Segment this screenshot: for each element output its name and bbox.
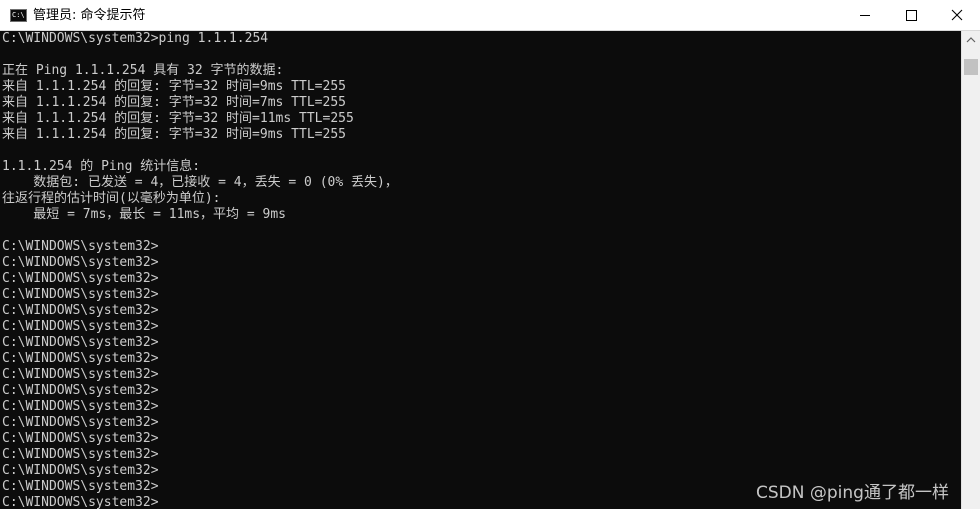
console-text: C:\WINDOWS\system32>ping 1.1.1.254 正在 Pi… xyxy=(0,31,961,509)
cmd-app-icon: C:\ xyxy=(10,9,27,22)
console-line: C:\WINDOWS\system32> xyxy=(2,239,159,254)
console-line: C:\WINDOWS\system32> xyxy=(2,271,159,286)
minimize-icon xyxy=(860,15,870,16)
console-line: C:\WINDOWS\system32> xyxy=(2,351,159,366)
window-title: 管理员: 命令提示符 xyxy=(33,8,146,23)
close-icon xyxy=(951,9,963,21)
console-line: C:\WINDOWS\system32> xyxy=(2,415,159,430)
console-line: C:\WINDOWS\system32> xyxy=(2,383,159,398)
console-line: C:\WINDOWS\system32> xyxy=(2,255,159,270)
scroll-up-button[interactable] xyxy=(962,31,980,49)
close-button[interactable] xyxy=(934,0,980,30)
console-line: C:\WINDOWS\system32> xyxy=(2,463,159,478)
console-line: 来自 1.1.1.254 的回复: 字节=32 时间=9ms TTL=255 xyxy=(2,79,346,94)
console-line: C:\WINDOWS\system32>ping 1.1.1.254 xyxy=(2,31,269,46)
console-line: 正在 Ping 1.1.1.254 具有 32 字节的数据: xyxy=(2,63,284,78)
console-line: 来自 1.1.1.254 的回复: 字节=32 时间=11ms TTL=255 xyxy=(2,111,354,126)
console-line: C:\WINDOWS\system32> xyxy=(2,303,159,318)
title-bar[interactable]: C:\ 管理员: 命令提示符 xyxy=(0,0,980,31)
console-line: C:\WINDOWS\system32> xyxy=(2,319,159,334)
console-line: C:\WINDOWS\system32> xyxy=(2,287,159,302)
vertical-scrollbar[interactable] xyxy=(961,31,980,509)
console-line: 最短 = 7ms，最长 = 11ms，平均 = 9ms xyxy=(2,207,287,222)
console-line: C:\WINDOWS\system32> xyxy=(2,447,159,462)
console-line: C:\WINDOWS\system32> xyxy=(2,431,159,446)
maximize-icon xyxy=(906,10,917,21)
console-line: 来自 1.1.1.254 的回复: 字节=32 时间=7ms TTL=255 xyxy=(2,95,346,110)
console-line: 数据包: 已发送 = 4，已接收 = 4，丢失 = 0 (0% 丢失)， xyxy=(2,175,398,190)
console-line: C:\WINDOWS\system32> xyxy=(2,399,159,414)
console-output[interactable]: C:\WINDOWS\system32>ping 1.1.1.254 正在 Pi… xyxy=(0,31,961,509)
console-line: C:\WINDOWS\system32> xyxy=(2,479,159,494)
minimize-button[interactable] xyxy=(842,0,888,30)
console-line: 来自 1.1.1.254 的回复: 字节=32 时间=9ms TTL=255 xyxy=(2,127,346,142)
console-line: C:\WINDOWS\system32> xyxy=(2,335,159,350)
console-line: 1.1.1.254 的 Ping 统计信息: xyxy=(2,159,201,174)
console-line: C:\WINDOWS\system32> xyxy=(2,495,159,509)
console-line: 往返行程的估计时间(以毫秒为单位): xyxy=(2,191,221,206)
watermark: CSDN @ping通了都一样 xyxy=(756,483,949,503)
console-line: C:\WINDOWS\system32> xyxy=(2,367,159,382)
chevron-up-icon xyxy=(966,37,976,43)
maximize-button[interactable] xyxy=(888,0,934,30)
scroll-thumb[interactable] xyxy=(964,59,978,75)
command-prompt-window: C:\ 管理员: 命令提示符 C:\WINDOWS\system32>ping … xyxy=(0,0,980,509)
